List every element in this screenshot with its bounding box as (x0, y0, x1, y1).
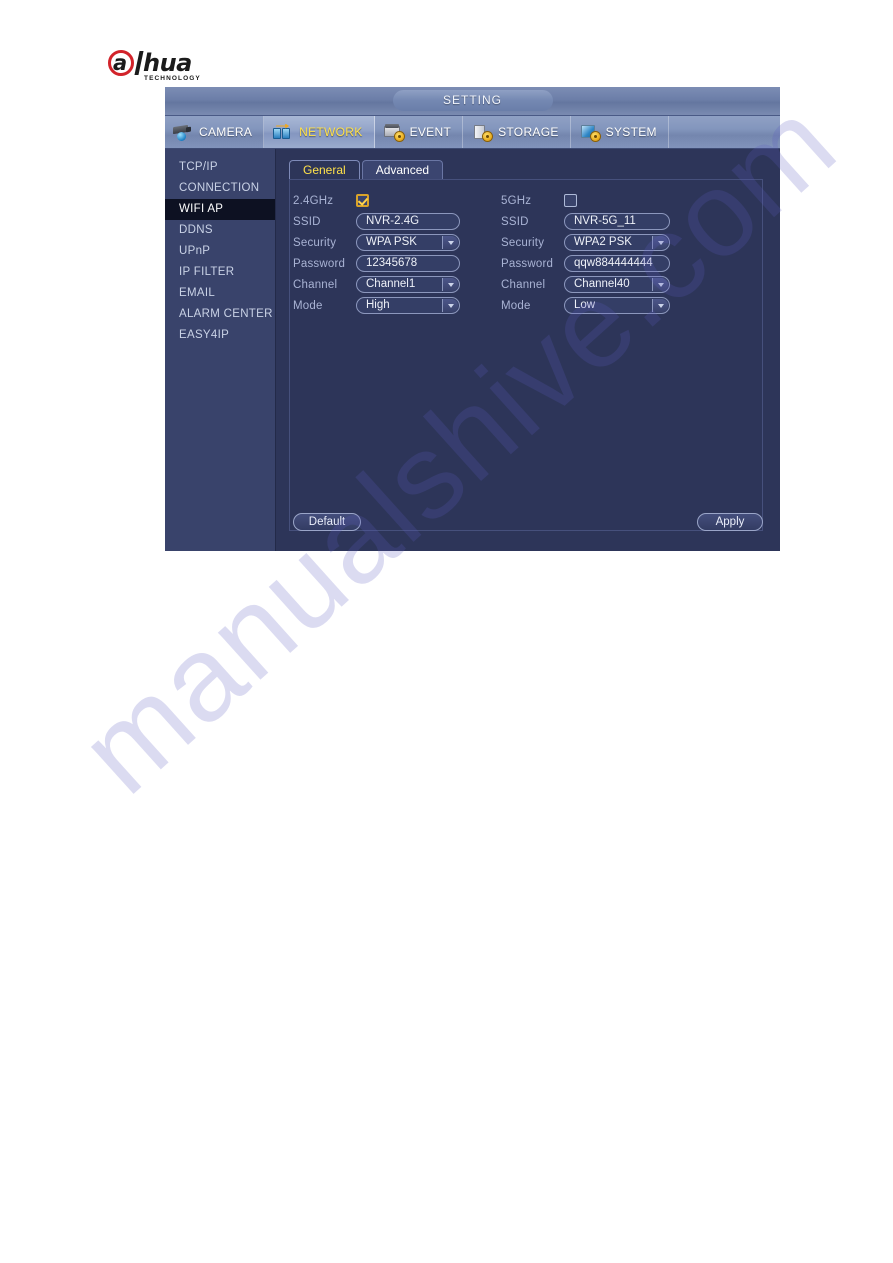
label-ssid-24ghz: SSID (293, 215, 321, 228)
checkbox-24ghz-enable[interactable] (356, 194, 369, 207)
label-password-5ghz: Password (501, 257, 554, 270)
row-band-5ghz: 5GHz (501, 190, 701, 211)
network-icon (273, 123, 293, 141)
row-security-5ghz: Security WPA2 PSK (501, 232, 701, 253)
row-password-5ghz: Password qqw884444444 (501, 253, 701, 274)
nav-tab-camera-label: CAMERA (199, 125, 253, 139)
event-icon (383, 123, 404, 141)
select-channel-24ghz-value: Channel1 (366, 278, 416, 290)
input-ssid-24ghz-value: NVR-2.4G (366, 215, 420, 227)
input-ssid-5ghz-value: NVR-5G_11 (574, 215, 636, 227)
setting-window: SETTING CAMERA NETWORK EVENT STORAGE SYS… (165, 87, 780, 551)
nav-filler (669, 116, 780, 148)
row-band-24ghz: 2.4GHz (293, 190, 493, 211)
band-column-24ghz: 2.4GHz SSID NVR-2.4G Security WPA PSK Pa… (293, 190, 493, 316)
label-24ghz: 2.4GHz (293, 194, 334, 207)
nav-tab-system-label: SYSTEM (605, 125, 657, 139)
row-password-24ghz: Password 12345678 (293, 253, 493, 274)
label-security-5ghz: Security (501, 236, 545, 249)
select-channel-24ghz[interactable]: Channel1 (356, 276, 460, 293)
dahua-logo: a hua TECHNOLOGY (108, 50, 268, 86)
sidebar: TCP/IP CONNECTION WIFI AP DDNS UPnP IP F… (165, 149, 276, 551)
row-mode-24ghz: Mode High (293, 295, 493, 316)
sidebar-item-easy4ip[interactable]: EASY4IP (165, 325, 275, 346)
window-title: SETTING (392, 90, 553, 111)
select-security-24ghz[interactable]: WPA PSK (356, 234, 460, 251)
nav-tab-event-label: EVENT (409, 125, 452, 139)
select-security-24ghz-value: WPA PSK (366, 236, 417, 248)
select-mode-5ghz[interactable]: Low (564, 297, 670, 314)
content-panel: General Advanced 2.4GHz SSID NVR-2.4G Se… (276, 149, 780, 551)
label-ssid-5ghz: SSID (501, 215, 529, 228)
chevron-down-icon[interactable] (442, 278, 458, 291)
label-5ghz: 5GHz (501, 194, 532, 207)
input-ssid-5ghz[interactable]: NVR-5G_11 (564, 213, 670, 230)
nav-tab-system[interactable]: SYSTEM (571, 116, 669, 148)
checkbox-5ghz-enable[interactable] (564, 194, 577, 207)
nav-tab-event[interactable]: EVENT (375, 116, 464, 148)
sidebar-item-ddns[interactable]: DDNS (165, 220, 275, 241)
nav-tab-camera[interactable]: CAMERA (165, 116, 265, 148)
sidebar-item-email[interactable]: EMAIL (165, 283, 275, 304)
logo-subtitle: TECHNOLOGY (144, 75, 201, 82)
label-channel-24ghz: Channel (293, 278, 338, 291)
sidebar-item-tcpip[interactable]: TCP/IP (165, 157, 275, 178)
tab-advanced[interactable]: Advanced (361, 160, 444, 180)
sidebar-item-connection[interactable]: CONNECTION (165, 178, 275, 199)
window-titlebar: SETTING (165, 87, 780, 116)
camera-icon (173, 124, 193, 141)
input-password-24ghz-value: 12345678 (366, 257, 418, 269)
sidebar-item-alarm-center[interactable]: ALARM CENTER (165, 304, 275, 325)
label-mode-24ghz: Mode (293, 299, 323, 312)
label-mode-5ghz: Mode (501, 299, 531, 312)
sidebar-item-ip-filter[interactable]: IP FILTER (165, 262, 275, 283)
chevron-down-icon[interactable] (442, 236, 458, 249)
chevron-down-icon[interactable] (652, 278, 668, 291)
row-mode-5ghz: Mode Low (501, 295, 701, 316)
sidebar-item-upnp[interactable]: UPnP (165, 241, 275, 262)
input-ssid-24ghz[interactable]: NVR-2.4G (356, 213, 460, 230)
storage-icon (472, 124, 493, 141)
select-mode-24ghz-value: High (366, 299, 390, 311)
chevron-down-icon[interactable] (652, 236, 668, 249)
select-security-5ghz[interactable]: WPA2 PSK (564, 234, 670, 251)
nav-tab-storage[interactable]: STORAGE (463, 116, 571, 148)
row-channel-24ghz: Channel Channel1 (293, 274, 493, 295)
window-body: TCP/IP CONNECTION WIFI AP DDNS UPnP IP F… (165, 149, 780, 551)
apply-button[interactable]: Apply (697, 513, 763, 531)
row-security-24ghz: Security WPA PSK (293, 232, 493, 253)
select-mode-24ghz[interactable]: High (356, 297, 460, 314)
select-channel-5ghz[interactable]: Channel40 (564, 276, 670, 293)
system-icon (580, 124, 600, 141)
row-ssid-5ghz: SSID NVR-5G_11 (501, 211, 701, 232)
default-button[interactable]: Default (293, 513, 361, 531)
select-security-5ghz-value: WPA2 PSK (574, 236, 632, 248)
nav-tab-storage-label: STORAGE (498, 125, 559, 139)
tabstrip: General Advanced (289, 160, 445, 180)
nav-tab-network[interactable]: NETWORK (264, 116, 375, 148)
input-password-24ghz[interactable]: 12345678 (356, 255, 460, 272)
select-mode-5ghz-value: Low (574, 299, 596, 311)
input-password-5ghz[interactable]: qqw884444444 (564, 255, 670, 272)
select-channel-5ghz-value: Channel40 (574, 278, 630, 290)
label-security-24ghz: Security (293, 236, 337, 249)
main-nav: CAMERA NETWORK EVENT STORAGE SYSTEM (165, 116, 780, 149)
logo-wordmark: hua (143, 49, 192, 77)
band-column-5ghz: 5GHz SSID NVR-5G_11 Security WPA2 PSK Pa… (501, 190, 701, 316)
label-password-24ghz: Password (293, 257, 346, 270)
logo-letter-a: a (113, 51, 128, 75)
sidebar-item-wifi-ap[interactable]: WIFI AP (165, 199, 275, 220)
label-channel-5ghz: Channel (501, 278, 546, 291)
nav-tab-network-label: NETWORK (299, 125, 363, 139)
row-ssid-24ghz: SSID NVR-2.4G (293, 211, 493, 232)
input-password-5ghz-value: qqw884444444 (574, 257, 653, 269)
chevron-down-icon[interactable] (442, 299, 458, 312)
row-channel-5ghz: Channel Channel40 (501, 274, 701, 295)
chevron-down-icon[interactable] (652, 299, 668, 312)
tab-general[interactable]: General (289, 160, 360, 180)
